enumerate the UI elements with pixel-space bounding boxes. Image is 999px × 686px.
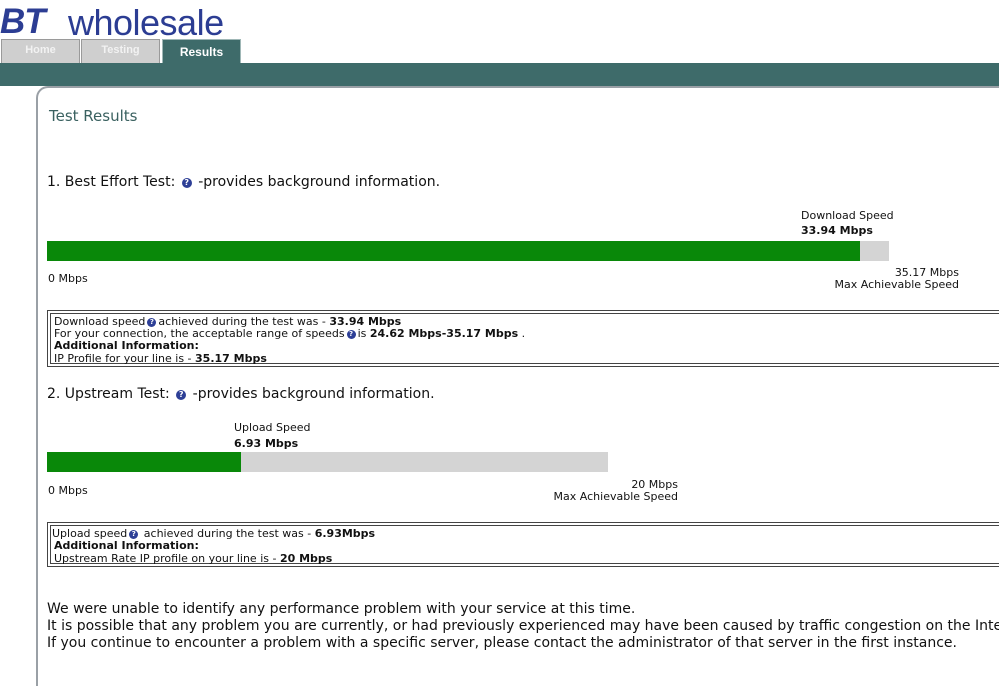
upload-info-box: Upload speed? achieved during the test w…: [47, 522, 999, 567]
upstream-heading-suffix: -provides background information.: [192, 386, 435, 402]
result-message-1: We were unable to identify any performan…: [47, 601, 636, 617]
upload-speed-bar-fill: [47, 452, 241, 472]
download-max-caption: Max Achievable Speed: [834, 278, 959, 291]
download-speed-value: 33.94 Mbps: [801, 224, 873, 237]
download-info-line-4: IP Profile for your line is - 35.17 Mbps: [54, 352, 267, 365]
upstream-heading: 2. Upstream Test: ? -provides background…: [47, 386, 435, 402]
question-mark-icon[interactable]: ?: [176, 390, 187, 400]
download-min-label: 0 Mbps: [48, 272, 88, 285]
question-mark-icon[interactable]: ?: [147, 318, 157, 327]
download-speed-bar-fill: [47, 241, 860, 261]
download-speed-label: Download Speed: [801, 209, 894, 222]
upload-additional-heading: Additional Information:: [54, 539, 199, 552]
question-mark-icon[interactable]: ?: [346, 330, 356, 339]
upload-info-line-3: Upstream Rate IP profile on your line is…: [54, 552, 333, 565]
tab-results[interactable]: Results: [162, 39, 241, 63]
upload-max-caption: Max Achievable Speed: [553, 490, 678, 503]
logo-wholesale-text: wholesale: [68, 2, 224, 43]
page-title: Test Results: [49, 107, 138, 125]
download-speed-bar: [47, 241, 889, 261]
best-effort-heading-prefix: 1. Best Effort Test:: [47, 174, 176, 190]
question-mark-icon[interactable]: ?: [129, 530, 139, 539]
upload-speed-label: Upload Speed: [234, 421, 311, 434]
upstream-heading-prefix: 2. Upstream Test:: [47, 386, 170, 402]
result-message-3: If you continue to encounter a problem w…: [47, 635, 957, 651]
upload-min-label: 0 Mbps: [48, 484, 88, 497]
logo-bt-text: BT: [0, 2, 46, 41]
question-mark-icon[interactable]: ?: [181, 178, 192, 188]
result-message-2: It is possible that any problem you are …: [47, 618, 999, 634]
upload-speed-value: 6.93 Mbps: [234, 437, 299, 450]
tab-home[interactable]: Home: [1, 39, 80, 63]
download-info-box: Download speed? achieved during the test …: [47, 310, 999, 367]
download-additional-heading: Additional Information:: [54, 339, 199, 352]
best-effort-heading-suffix: -provides background information.: [198, 174, 441, 190]
upload-speed-bar: [47, 452, 608, 472]
best-effort-heading: 1. Best Effort Test: ? -provides backgro…: [47, 174, 440, 190]
header-bar: [0, 63, 999, 86]
tab-testing[interactable]: Testing: [81, 39, 160, 63]
